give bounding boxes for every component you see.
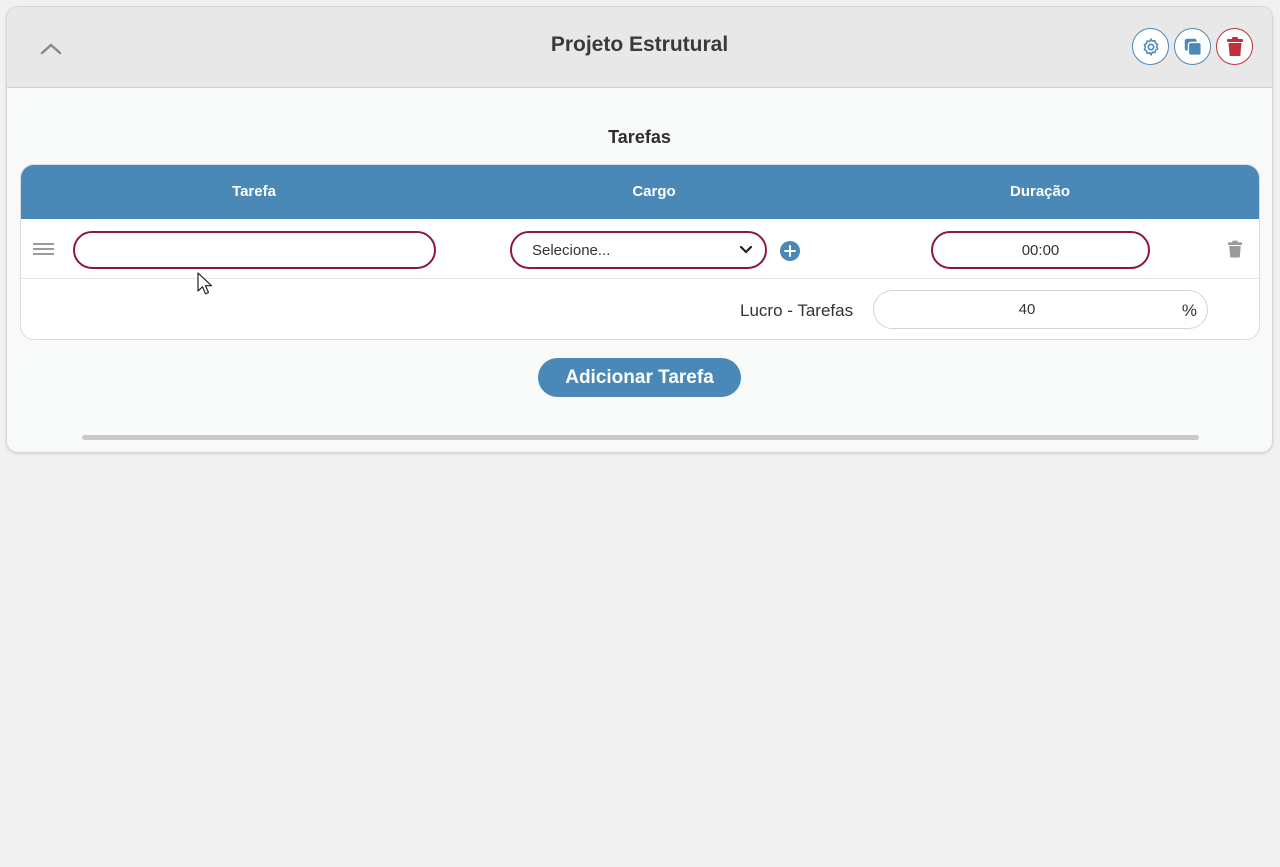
lucro-unit: %	[1181, 301, 1197, 320]
delete-project-button[interactable]	[1216, 28, 1253, 65]
lucro-label: Lucro - Tarefas	[740, 301, 854, 320]
lucro-value: 40	[1018, 301, 1036, 318]
settings-gear-icon	[1143, 37, 1158, 56]
add-task-button[interactable]: Adicionar Tarefa	[538, 358, 741, 397]
project-card: Projeto Estrutural Tarefas Tarefa Cargo …	[6, 6, 1273, 453]
duracao-input[interactable]: 00:00	[931, 231, 1150, 269]
horizontal-scrollbar[interactable]	[82, 435, 1199, 440]
column-header-duracao: Duração	[1009, 183, 1071, 200]
chevron-down-icon	[739, 245, 753, 254]
cargo-select-value: Selecione...	[532, 241, 611, 259]
mouse-cursor-icon	[197, 272, 213, 295]
plus-icon	[784, 245, 796, 257]
duplicate-button[interactable]	[1174, 28, 1211, 65]
add-cargo-button[interactable]	[780, 241, 800, 261]
copy-icon	[1184, 38, 1202, 56]
column-header-tarefa: Tarefa	[232, 183, 276, 200]
table-header: Tarefa Cargo Duração	[21, 165, 1259, 219]
project-title: Projeto Estrutural	[550, 33, 729, 56]
cargo-select[interactable]: Selecione...	[510, 231, 767, 269]
tasks-table: Tarefa Cargo Duração Selecione... 00:00	[20, 164, 1260, 340]
card-header: Projeto Estrutural	[7, 7, 1272, 88]
table-row: Selecione... 00:00	[21, 219, 1259, 279]
settings-button[interactable]	[1132, 28, 1169, 65]
trash-icon	[1226, 36, 1243, 56]
lucro-input[interactable]: 40 %	[873, 290, 1208, 329]
trash-icon	[1227, 240, 1243, 258]
drag-handle-icon[interactable]	[33, 243, 54, 257]
tarefa-input[interactable]	[73, 231, 436, 269]
column-header-cargo: Cargo	[632, 183, 676, 200]
section-title: Tarefas	[608, 127, 671, 147]
delete-row-button[interactable]	[1227, 240, 1243, 264]
